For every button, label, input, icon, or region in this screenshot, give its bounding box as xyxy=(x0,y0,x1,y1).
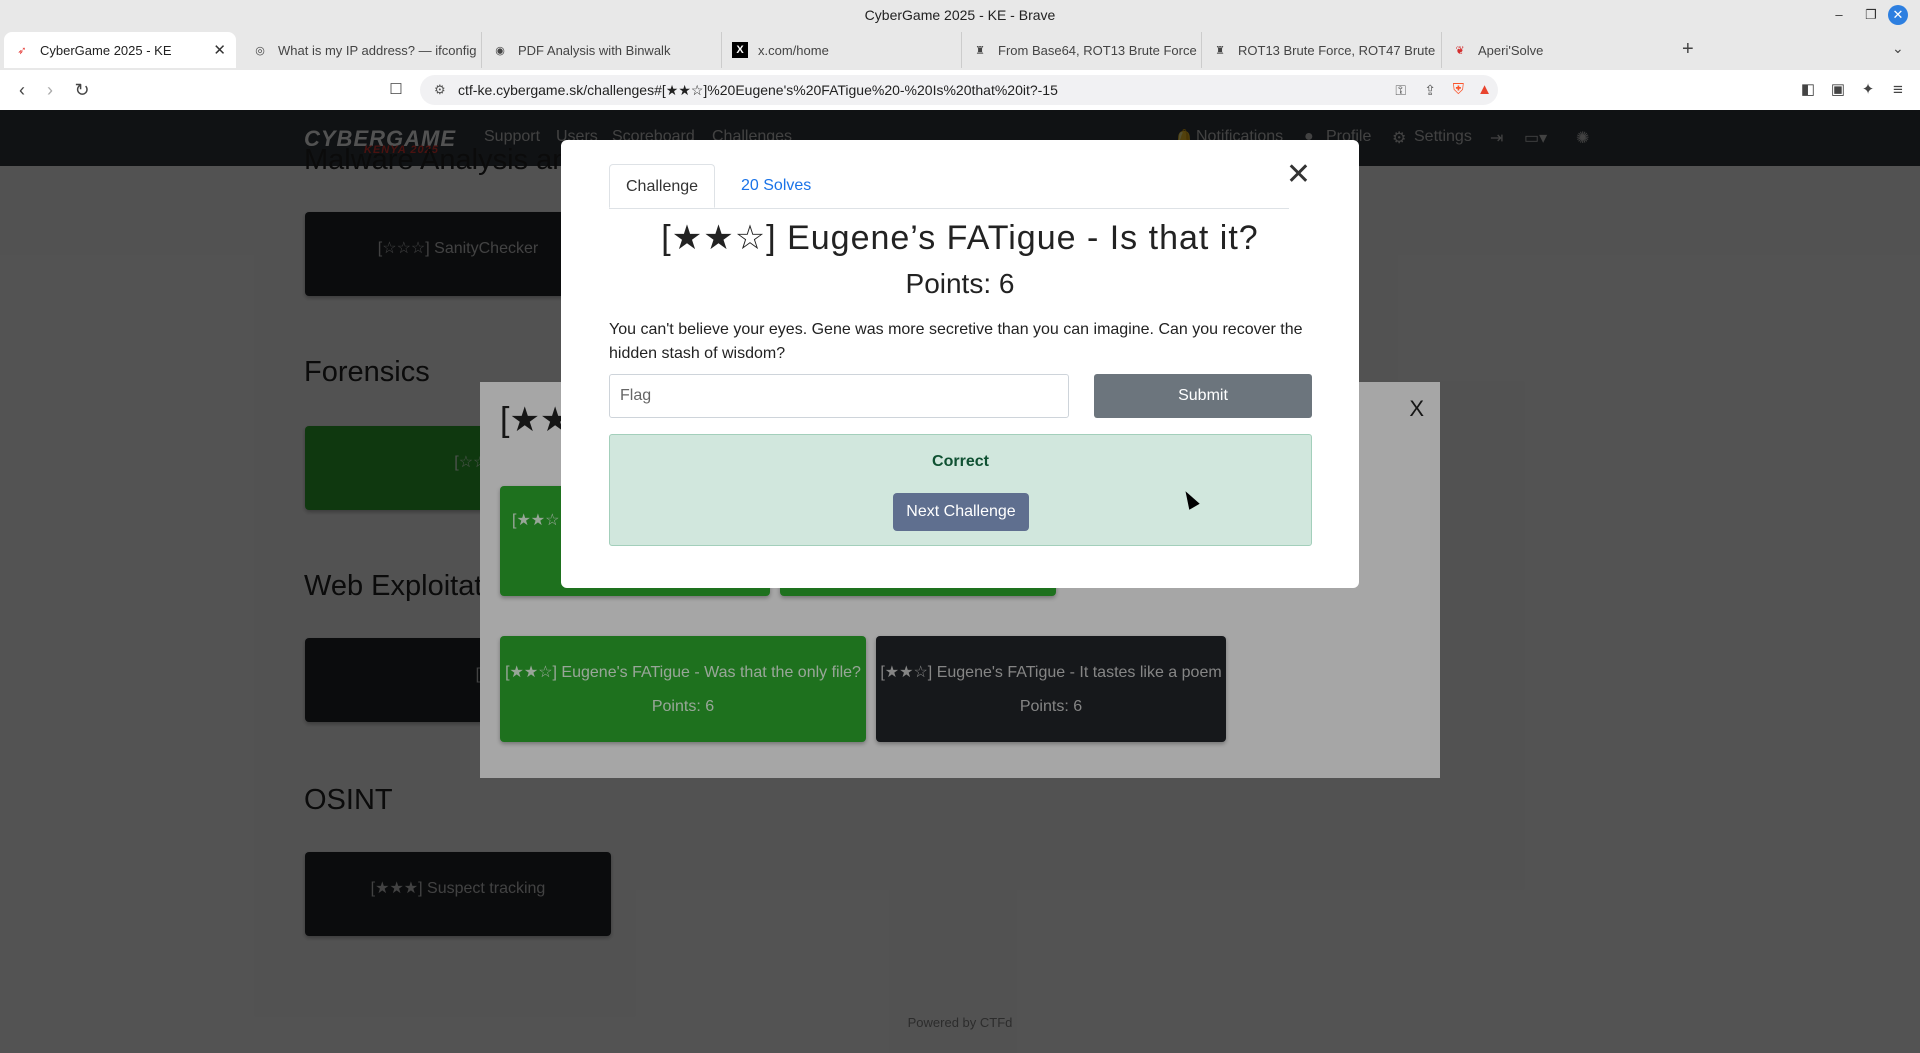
leo-ai-icon[interactable]: ✦ xyxy=(1856,78,1880,102)
close-icon[interactable]: ✕ xyxy=(1286,160,1311,190)
bookmark-icon[interactable]: ☐ xyxy=(384,78,408,102)
browser-tab-cyberchef-1[interactable]: ♜ From Base64, ROT13 Brute Force xyxy=(962,32,1202,68)
submit-button[interactable]: Submit xyxy=(1094,374,1312,418)
key-icon[interactable]: ⚿ xyxy=(1395,75,1406,105)
minimize-icon[interactable]: – xyxy=(1824,0,1854,30)
aperisolve-favicon: ❦ xyxy=(1455,44,1465,57)
window-title: CyberGame 2025 - KE - Brave xyxy=(864,7,1056,23)
share-icon[interactable]: ⇪ xyxy=(1424,75,1436,105)
browser-toolbar: ‹ › ↻ ☐ ⚙ ctf-ke.cybergame.sk/challenges… xyxy=(0,70,1920,111)
brave-rewards-icon[interactable]: ▲ xyxy=(1477,75,1492,105)
challenge-modal: Challenge 20 Solves ✕ [★★☆] Eugene’s FAT… xyxy=(561,140,1359,588)
window-titlebar: CyberGame 2025 - KE - Brave – ❐ ✕ xyxy=(0,0,1920,30)
result-alert: Correct Next Challenge xyxy=(609,434,1312,546)
browser-tab-binwalk[interactable]: ◉ PDF Analysis with Binwalk xyxy=(482,32,722,68)
challenge-modal-tabs: Challenge 20 Solves xyxy=(609,164,1289,209)
webpage: CYBERGAME KENYA 2025 Support Users Score… xyxy=(0,110,1920,1053)
brave-shields-icon[interactable]: ⛨ xyxy=(1453,75,1464,105)
cyberchef-favicon: ♜ xyxy=(1215,44,1225,57)
site-settings-icon[interactable]: ⚙ xyxy=(434,75,446,105)
next-challenge-button[interactable]: Next Challenge xyxy=(893,493,1029,531)
binwalk-favicon: ◉ xyxy=(495,44,505,57)
back-icon[interactable]: ‹ xyxy=(10,78,34,102)
browser-tab-x[interactable]: X x.com/home xyxy=(722,32,962,68)
address-bar[interactable]: ⚙ ctf-ke.cybergame.sk/challenges#[★★☆]%2… xyxy=(420,75,1498,105)
browser-tab-cybergame[interactable]: ➶ CyberGame 2025 - KE ✕ xyxy=(4,32,236,68)
browser-tab-aperisolve[interactable]: ❦ Aperi'Solve xyxy=(1442,32,1682,68)
challenge-description: You can't believe your eyes. Gene was mo… xyxy=(609,321,1303,362)
new-tab-icon[interactable]: + xyxy=(1682,38,1694,61)
ifconfig-favicon: ◎ xyxy=(255,44,265,57)
close-window-icon[interactable]: ✕ xyxy=(1888,5,1908,25)
browser-tab-cyberchef-2[interactable]: ♜ ROT13 Brute Force, ROT47 Brute xyxy=(1202,32,1442,68)
wallet-icon[interactable]: ▣ xyxy=(1826,78,1850,102)
restore-icon[interactable]: ❐ xyxy=(1856,0,1886,30)
tab-strip: ➶ CyberGame 2025 - KE ✕ ◎ What is my IP … xyxy=(0,30,1920,70)
url-text: ctf-ke.cybergame.sk/challenges#[★★☆]%20E… xyxy=(458,82,1058,98)
tab-solves[interactable]: 20 Solves xyxy=(725,164,827,208)
challenge-points: Points: 6 xyxy=(905,268,1015,299)
forward-icon[interactable]: › xyxy=(38,78,62,102)
flag-input[interactable] xyxy=(609,374,1069,418)
tab-challenge[interactable]: Challenge xyxy=(609,164,716,208)
challenge-title: [★★☆] Eugene’s FATigue - Is that it? xyxy=(661,219,1259,257)
reload-icon[interactable]: ↻ xyxy=(70,78,94,102)
browser-tab-ifconfig[interactable]: ◎ What is my IP address? — ifconfig xyxy=(242,32,482,68)
cyberchef-favicon: ♜ xyxy=(975,44,985,57)
tab-list-chevron-icon[interactable]: ⌄ xyxy=(1892,40,1904,57)
x-favicon: X xyxy=(732,42,748,58)
sidebar-icon[interactable]: ◧ xyxy=(1796,78,1820,102)
cybergame-favicon: ➶ xyxy=(17,44,27,57)
menu-icon[interactable]: ≡ xyxy=(1886,78,1910,102)
result-text: Correct xyxy=(932,453,989,470)
close-tab-icon[interactable]: ✕ xyxy=(213,41,226,59)
